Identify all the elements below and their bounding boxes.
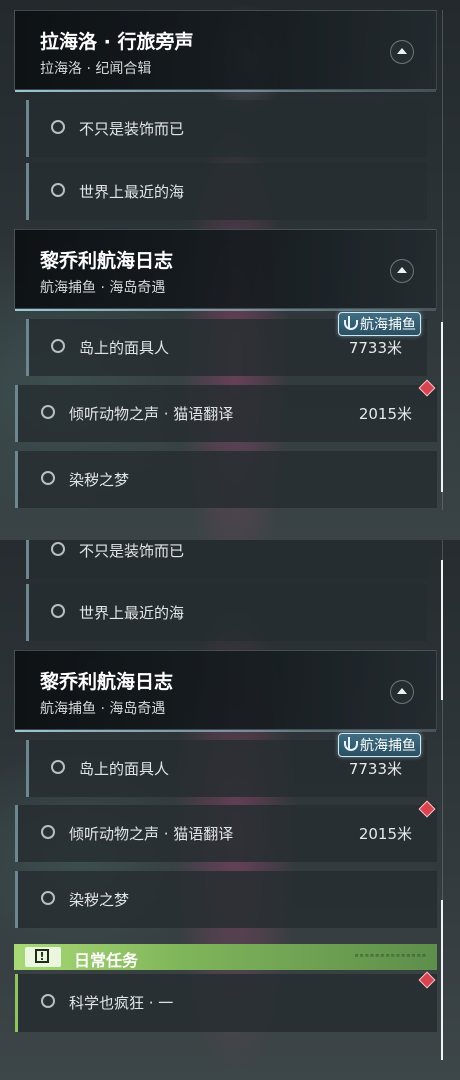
quest-label: 倾听动物之声 · 猫语翻译: [69, 825, 234, 843]
chevron-up-icon[interactable]: [390, 40, 414, 64]
anchor-icon: [342, 737, 358, 753]
quest-distance: 7733米: [348, 339, 402, 357]
quest-group-header-lahailuo[interactable]: 拉海洛 · 行旅旁声 拉海洛 · 纪闻合辑: [14, 10, 437, 92]
quest-label: 世界上最近的海: [79, 604, 185, 622]
group-subtitle: 航海捕鱼 · 海岛奇遇: [40, 280, 166, 296]
circle-icon: [51, 760, 65, 774]
chevron-up-icon[interactable]: [390, 680, 414, 704]
fishing-badge: 航海捕鱼: [338, 733, 421, 757]
circle-icon: [51, 604, 65, 618]
circle-icon: [51, 120, 65, 134]
chevron-up-icon[interactable]: [390, 259, 414, 283]
badge-label: 航海捕鱼: [360, 738, 416, 754]
quest-distance: 2015米: [358, 405, 412, 423]
quest-group-header-liqiaoli[interactable]: 黎乔利航海日志 航海捕鱼 · 海岛奇遇: [14, 229, 437, 311]
scrollbar-thumb[interactable]: [441, 900, 443, 1060]
circle-icon: [41, 405, 55, 419]
group-title: 黎乔利航海日志: [40, 250, 174, 272]
quest-row[interactable]: 倾听动物之声 · 猫语翻译 2015米: [15, 805, 437, 862]
group-title: 拉海洛 · 行旅旁声: [40, 31, 194, 53]
quest-distance: 7733米: [348, 760, 402, 778]
quest-row[interactable]: 不只是装饰而已: [26, 100, 427, 157]
quest-label: 染秽之梦: [69, 891, 130, 909]
quest-list-panel-bottom: 不只是装饰而已 世界上最近的海 黎乔利航海日志 航海捕鱼 · 海岛奇遇 岛上的面…: [0, 540, 460, 1080]
quest-label: 染秽之梦: [69, 471, 130, 489]
group-subtitle: 拉海洛 · 纪闻合辑: [40, 61, 152, 77]
group-subtitle: 航海捕鱼 · 海岛奇遇: [40, 701, 166, 717]
quest-row[interactable]: 科学也疯狂 · 一: [15, 974, 437, 1032]
quest-row[interactable]: 世界上最近的海: [26, 163, 427, 220]
daily-quest-header[interactable]: ! 日常任务 ≡≡≡≡≡≡≡≡≡≡≡≡≡≡: [14, 944, 437, 970]
anchor-icon: [342, 316, 358, 332]
circle-icon: [41, 471, 55, 485]
quest-group-header-liqiaoli[interactable]: 黎乔利航海日志 航海捕鱼 · 海岛奇遇: [14, 650, 437, 732]
fishing-badge: 航海捕鱼: [338, 312, 421, 336]
quest-label: 岛上的面具人: [79, 760, 170, 778]
group-title: 黎乔利航海日志: [40, 671, 174, 693]
quest-label: 世界上最近的海: [79, 183, 185, 201]
quest-row[interactable]: 世界上最近的海: [26, 584, 427, 641]
quest-row[interactable]: 不只是装饰而已: [26, 540, 427, 579]
decorative-pattern: ≡≡≡≡≡≡≡≡≡≡≡≡≡≡: [354, 953, 427, 959]
badge-label: 航海捕鱼: [360, 317, 416, 333]
circle-icon: [41, 825, 55, 839]
quest-distance: 2015米: [358, 825, 412, 843]
quest-label: 不只是装饰而已: [79, 542, 185, 560]
scrollbar-thumb[interactable]: [441, 322, 443, 492]
quest-label: 岛上的面具人: [79, 339, 170, 357]
circle-icon: [51, 339, 65, 353]
quest-list-panel-top: 拉海洛 · 行旅旁声 拉海洛 · 纪闻合辑 不只是装饰而已 世界上最近的海 黎乔…: [0, 0, 460, 540]
quest-label: 科学也疯狂 · 一: [69, 994, 174, 1012]
quest-row[interactable]: 染秽之梦: [15, 451, 437, 508]
quest-label: 倾听动物之声 · 猫语翻译: [69, 405, 234, 423]
exclamation-icon: !: [25, 947, 61, 967]
quest-label: 不只是装饰而已: [79, 120, 185, 138]
circle-icon: [41, 994, 55, 1008]
circle-icon: [51, 183, 65, 197]
scrollbar-thumb-upper[interactable]: [441, 560, 443, 700]
circle-icon: [51, 542, 65, 556]
circle-icon: [41, 891, 55, 905]
quest-row[interactable]: 倾听动物之声 · 猫语翻译 2015米: [15, 385, 437, 442]
quest-row[interactable]: 染秽之梦: [15, 871, 437, 928]
daily-quest-title: 日常任务: [74, 951, 139, 970]
